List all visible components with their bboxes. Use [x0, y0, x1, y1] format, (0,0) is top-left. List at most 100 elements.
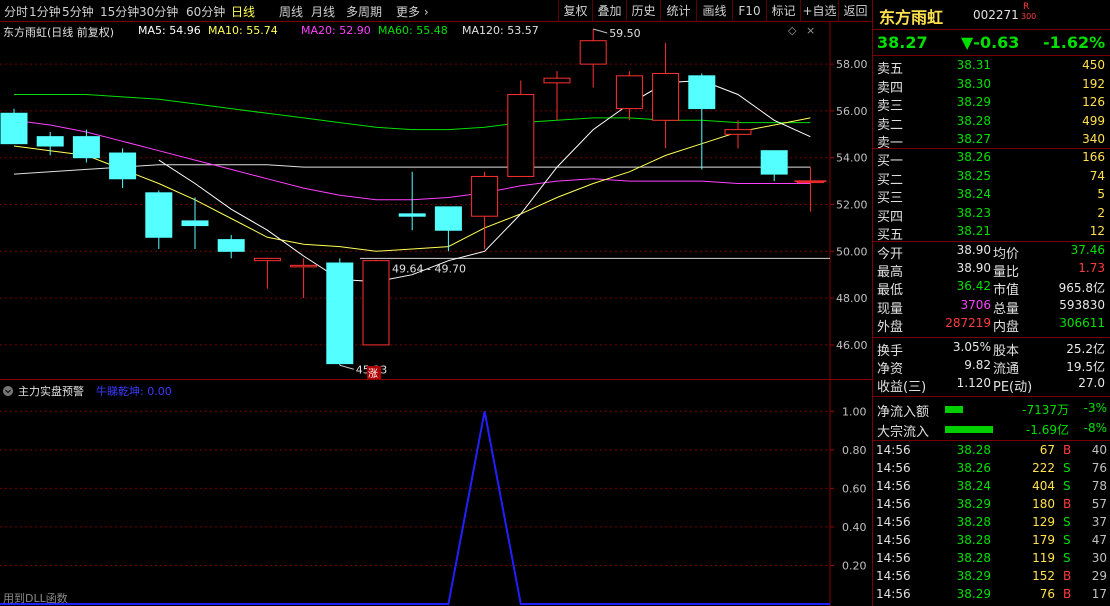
candle-body	[471, 175, 499, 217]
period-weekly[interactable]: 周线	[279, 3, 303, 20]
candle	[615, 71, 643, 121]
tick-side: S	[1063, 533, 1071, 547]
period-5min[interactable]: 5分钟	[62, 3, 94, 20]
indicator-header: 主力实盘预警 牛睇乾坤: 0.00 用到DLL函数	[3, 384, 172, 605]
period-monthly[interactable]: 月线	[311, 3, 335, 20]
candle	[145, 190, 173, 249]
bid-volume: 2	[1097, 205, 1105, 220]
tick-count: 29	[1091, 569, 1107, 583]
tick-price: 38.28	[956, 515, 991, 529]
ask-volume: 126	[1082, 95, 1105, 110]
bid-volume: 74	[1089, 168, 1105, 183]
bid-label: 买四	[877, 209, 904, 225]
candle	[326, 258, 354, 366]
ask-volume: 499	[1082, 113, 1105, 128]
tick-count: 17	[1091, 587, 1107, 601]
period-more[interactable]: 更多 ›	[396, 3, 429, 20]
stat-value: 1.73	[1078, 261, 1105, 276]
indicator-chart[interactable]: 1.00 0.80 0.60 0.40 0.20 主力实盘预警 牛睇乾坤: 0.00 用到D…	[0, 380, 872, 606]
stat-value: 965.8亿	[1058, 281, 1105, 296]
ask-label: 卖三	[877, 99, 904, 115]
y-tick-label: 54.00	[836, 152, 868, 165]
adjust-button[interactable]: 复权	[558, 0, 592, 22]
bid-volume: 5	[1097, 187, 1105, 202]
ask-price: 38.30	[956, 76, 991, 91]
tick-side: B	[1063, 569, 1072, 583]
stat-label: 现量	[877, 301, 904, 317]
period-multi[interactable]: 多周期	[346, 3, 382, 20]
ask-volume: 192	[1082, 76, 1105, 91]
quote-panel: 东方雨虹 002271 R 300 38.27 ▼-0.63 -1.62% 卖五…	[872, 0, 1110, 606]
period-1min[interactable]: 1分钟	[29, 3, 61, 20]
period-intraday[interactable]: 分时	[4, 3, 28, 20]
f10-button[interactable]: F10	[732, 0, 766, 22]
flow-bar	[945, 426, 993, 433]
stat-value: 3706	[960, 297, 991, 312]
kline-chart[interactable]: 59.5045.1349.64 - 49.70涨 58.0056.0054.00…	[0, 22, 872, 380]
y-tick-label: 0.60	[842, 482, 867, 495]
flow-value: -7137万	[1022, 403, 1069, 417]
candle	[688, 73, 716, 170]
y-tick-label: 48.00	[836, 292, 868, 305]
y-tick-label: 58.00	[836, 58, 868, 71]
period-60min[interactable]: 60分钟	[186, 3, 225, 20]
flow-label: 大宗流入	[877, 425, 930, 440]
stat-label: 市值	[993, 283, 1020, 299]
tick-side: B	[1063, 443, 1072, 457]
flow-value: -1.69亿	[1025, 423, 1069, 437]
candle	[253, 257, 281, 289]
y-tick-label: 56.00	[836, 105, 868, 118]
period-toolbar: 分时 1分钟 5分钟 15分钟 30分钟 60分钟 日线 周线 月线 多周期 更…	[0, 0, 872, 22]
candle-body	[688, 75, 716, 110]
bid-label: 买一	[877, 154, 904, 169]
signal-line	[0, 411, 811, 605]
candle-body	[362, 260, 390, 346]
candle-body	[760, 150, 788, 175]
price-change: ▼-0.63	[961, 33, 1020, 52]
divider	[873, 148, 1110, 149]
candle	[579, 29, 607, 88]
tick-time: 14:56	[876, 551, 911, 565]
mark-button[interactable]: 标记	[766, 0, 800, 22]
add-watchlist-button[interactable]: +自选	[800, 0, 838, 22]
tick-price: 38.24	[956, 479, 991, 493]
candle-body	[217, 239, 245, 252]
stat-label: 量比	[993, 265, 1020, 281]
candle	[471, 171, 499, 249]
period-30min[interactable]: 30分钟	[139, 3, 178, 20]
tick-side: S	[1063, 461, 1071, 475]
ask-volume: 340	[1082, 132, 1105, 147]
y-tick-label: 0.40	[842, 521, 867, 534]
tick-volume: 119	[1032, 551, 1055, 565]
stat-label: 总量	[993, 301, 1020, 317]
divider	[873, 396, 1110, 397]
tick-price: 38.28	[956, 533, 991, 547]
back-button[interactable]: 返回	[838, 0, 872, 22]
candle	[652, 43, 680, 149]
period-daily[interactable]: 日线	[231, 3, 255, 20]
tick-volume: 152	[1032, 569, 1055, 583]
indicator-value: 牛睇乾坤: 0.00	[96, 384, 172, 398]
indicator-footer: 用到DLL函数	[3, 592, 68, 605]
y-tick-label: 1.00	[842, 405, 867, 418]
draw-button[interactable]: 画线	[696, 0, 732, 22]
period-more-label: 更多	[396, 5, 421, 19]
limit-up-tag: 涨	[367, 366, 381, 380]
price-change-pct: -1.62%	[1043, 33, 1106, 52]
candle	[290, 258, 318, 299]
stat-label: 最高	[877, 265, 904, 281]
bid-price: 38.24	[956, 187, 991, 202]
stats-button[interactable]: 统计	[660, 0, 696, 22]
bid-price: 38.21	[956, 224, 991, 239]
ask-price: 38.27	[956, 132, 991, 147]
tick-count: 37	[1091, 515, 1107, 529]
stock-tag-bottom: 300	[1021, 12, 1037, 21]
fund-value: 25.2亿	[1066, 342, 1105, 356]
last-price: 38.27	[877, 33, 928, 52]
fund-label: 流通	[993, 362, 1020, 378]
stock-code: 002271	[973, 8, 1019, 22]
candle	[398, 171, 426, 231]
history-button[interactable]: 历史	[626, 0, 660, 22]
period-15min[interactable]: 15分钟	[100, 3, 139, 20]
overlay-button[interactable]: 叠加	[592, 0, 626, 22]
